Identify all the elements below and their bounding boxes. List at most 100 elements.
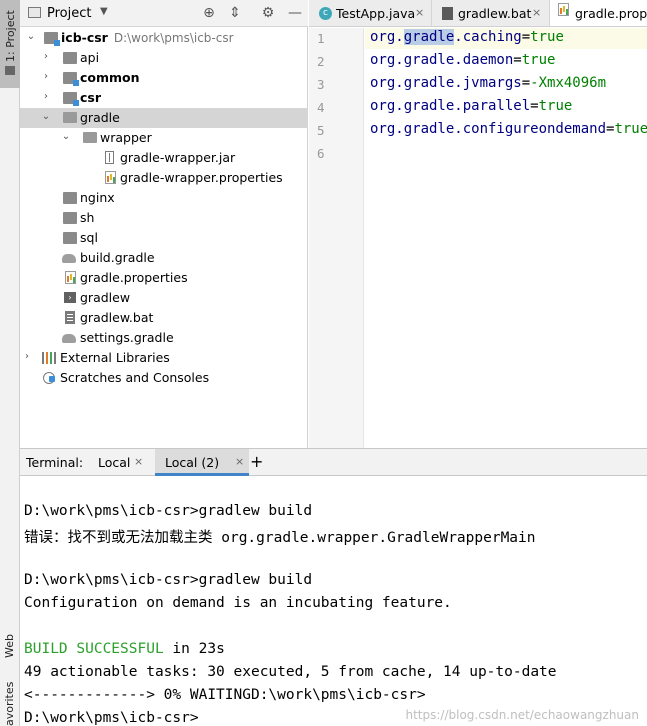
gradle-elephant-icon bbox=[62, 334, 76, 343]
favorites-tool-tab-label: avorites bbox=[3, 681, 16, 726]
chevron-right-icon[interactable]: › bbox=[41, 91, 51, 102]
line-number: 4 bbox=[317, 100, 325, 115]
line-number: 1 bbox=[317, 31, 325, 46]
line-number: 3 bbox=[317, 77, 325, 92]
search-highlight: gradle bbox=[403, 29, 455, 45]
project-panel: Project ▼ ⊕ ⇕ ⚙ — ⌄ icb-csr D:\work\pms\i… bbox=[20, 0, 308, 448]
collapse-all-icon[interactable]: ⇕ bbox=[226, 4, 244, 22]
tab-label: TestApp.java bbox=[336, 6, 416, 21]
chevron-down-icon[interactable]: ⌄ bbox=[41, 111, 51, 122]
project-tool-tab[interactable]: 1: Project bbox=[0, 0, 20, 88]
tree-item-common[interactable]: › common bbox=[20, 68, 308, 88]
folder-icon bbox=[63, 232, 77, 244]
project-view-selector[interactable]: Project bbox=[47, 6, 91, 21]
properties-file-icon bbox=[558, 3, 569, 16]
code-editor[interactable]: org.gradle.caching=true org.gradle.daemo… bbox=[365, 28, 647, 448]
code-line[interactable]: org.gradle.configureondemand=true bbox=[370, 121, 647, 137]
tree-item-gradlew[interactable]: › gradlew bbox=[20, 288, 308, 308]
text-file-icon bbox=[65, 311, 75, 324]
project-view-icon bbox=[28, 7, 41, 18]
tree-item-label: gradlew bbox=[80, 290, 131, 305]
tree-item-external-libraries[interactable]: › External Libraries bbox=[20, 348, 308, 368]
tab-testapp-java[interactable]: c TestApp.java × bbox=[309, 0, 432, 26]
gradle-elephant-icon bbox=[62, 254, 76, 263]
build-time: in 23s bbox=[163, 641, 225, 657]
tree-item-label: common bbox=[80, 70, 140, 85]
module-folder-icon bbox=[63, 72, 79, 86]
chevron-right-icon[interactable]: › bbox=[22, 351, 32, 362]
code-line[interactable]: org.gradle.jvmargs=-Xmx4096m bbox=[370, 75, 606, 91]
tree-item-label: gradle-wrapper.properties bbox=[120, 170, 283, 185]
terminal-line: D:\work\pms\icb-csr>gradlew build bbox=[24, 503, 313, 519]
folder-icon bbox=[63, 192, 77, 204]
close-icon[interactable]: × bbox=[532, 6, 541, 19]
gear-icon[interactable]: ⚙ bbox=[259, 4, 277, 22]
build-status: BUILD SUCCESSFUL bbox=[24, 641, 164, 657]
chevron-right-icon[interactable]: › bbox=[41, 71, 51, 82]
project-panel-header: Project ▼ ⊕ ⇕ ⚙ — bbox=[20, 0, 308, 27]
module-folder-icon bbox=[44, 32, 60, 46]
tree-item-scratches[interactable]: Scratches and Consoles bbox=[20, 368, 308, 388]
chevron-right-icon[interactable]: › bbox=[41, 51, 51, 62]
tree-item-sh[interactable]: sh bbox=[20, 208, 308, 228]
tree-item-icb-csr[interactable]: ⌄ icb-csr D:\work\pms\icb-csr bbox=[20, 28, 308, 48]
new-tab-button[interactable]: + bbox=[250, 452, 263, 471]
tree-item-gradle-properties[interactable]: gradle.properties bbox=[20, 268, 308, 288]
tab-gradle-properties[interactable]: gradle.properties bbox=[550, 0, 647, 26]
terminal-output[interactable]: D:\work\pms\icb-csr>gradlew build 错误：找不到… bbox=[20, 477, 647, 726]
tree-item-api[interactable]: › api bbox=[20, 48, 308, 68]
editor-area: c TestApp.java × gradlew.bat × gradle.pr… bbox=[309, 0, 647, 448]
terminal-line: Configuration on demand is an incubating… bbox=[24, 595, 452, 611]
code-line[interactable]: org.gradle.daemon=true bbox=[370, 52, 555, 68]
tab-local[interactable]: Local bbox=[98, 455, 130, 470]
tree-item-gradle[interactable]: ⌄ gradle bbox=[20, 108, 308, 128]
tab-label: gradle.properties bbox=[575, 6, 647, 21]
hide-icon[interactable]: — bbox=[286, 4, 304, 22]
folder-icon bbox=[63, 212, 77, 224]
close-icon[interactable]: × bbox=[235, 455, 244, 468]
terminal-prompt-line[interactable]: D:\work\pms\icb-csr> bbox=[24, 710, 199, 726]
web-tool-tab[interactable]: Web bbox=[0, 600, 20, 670]
chevron-down-icon[interactable]: ⌄ bbox=[26, 31, 36, 42]
tree-item-csr[interactable]: › csr bbox=[20, 88, 308, 108]
tree-item-label: nginx bbox=[80, 190, 115, 205]
tree-item-label: gradle.properties bbox=[80, 270, 188, 285]
properties-file-icon bbox=[65, 271, 76, 284]
tree-item-settings-gradle[interactable]: settings.gradle bbox=[20, 328, 308, 348]
close-icon[interactable]: × bbox=[134, 455, 143, 468]
line-number: 2 bbox=[317, 54, 325, 69]
tab-label: Local (2) bbox=[165, 455, 220, 470]
tree-item-build-gradle[interactable]: build.gradle bbox=[20, 248, 308, 268]
tree-item-gradle-wrapper-properties[interactable]: gradle-wrapper.properties bbox=[20, 168, 308, 188]
tab-local-2[interactable]: Local (2) × bbox=[155, 449, 249, 476]
favorites-tool-tab[interactable]: avorites bbox=[0, 674, 20, 726]
tree-item-label: External Libraries bbox=[60, 350, 170, 365]
java-class-icon: c bbox=[319, 7, 332, 20]
close-icon[interactable]: × bbox=[415, 6, 424, 19]
terminal-line: <-------------> 0% WAITINGD:\work\pms\ic… bbox=[24, 687, 426, 703]
folder-icon bbox=[63, 52, 77, 64]
tab-label: gradlew.bat bbox=[458, 6, 532, 21]
tree-item-sql[interactable]: sql bbox=[20, 228, 308, 248]
tree-item-nginx[interactable]: nginx bbox=[20, 188, 308, 208]
terminal-line: 错误：找不到或无法加载主类 org.gradle.wrapper.GradleW… bbox=[24, 530, 536, 546]
chevron-down-icon[interactable]: ⌄ bbox=[61, 131, 71, 142]
tree-item-gradlew-bat[interactable]: gradlew.bat bbox=[20, 308, 308, 328]
module-folder-icon bbox=[63, 92, 79, 106]
tree-item-wrapper[interactable]: ⌄ wrapper bbox=[20, 128, 308, 148]
code-line[interactable]: org.gradle.caching=true bbox=[370, 29, 564, 45]
tab-gradlew-bat[interactable]: gradlew.bat × bbox=[432, 0, 550, 26]
tree-item-label: wrapper bbox=[100, 130, 152, 145]
tree-item-gradle-wrapper-jar[interactable]: gradle-wrapper.jar bbox=[20, 148, 308, 168]
terminal-line: D:\work\pms\icb-csr>gradlew build bbox=[24, 572, 313, 588]
tree-item-label: csr bbox=[80, 90, 102, 105]
terminal-tab-bar: Terminal: Local × Local (2) × + bbox=[20, 448, 647, 476]
code-line[interactable]: org.gradle.parallel=true bbox=[370, 98, 572, 114]
tree-item-label: settings.gradle bbox=[80, 330, 174, 345]
tree-item-label: sql bbox=[80, 230, 98, 245]
tool-window-strip: 1: Project Web avorites bbox=[0, 0, 20, 726]
editor-tab-bar: c TestApp.java × gradlew.bat × gradle.pr… bbox=[309, 0, 647, 27]
chevron-down-icon[interactable]: ▼ bbox=[100, 6, 108, 17]
library-icon bbox=[42, 352, 56, 364]
target-icon[interactable]: ⊕ bbox=[200, 4, 218, 22]
